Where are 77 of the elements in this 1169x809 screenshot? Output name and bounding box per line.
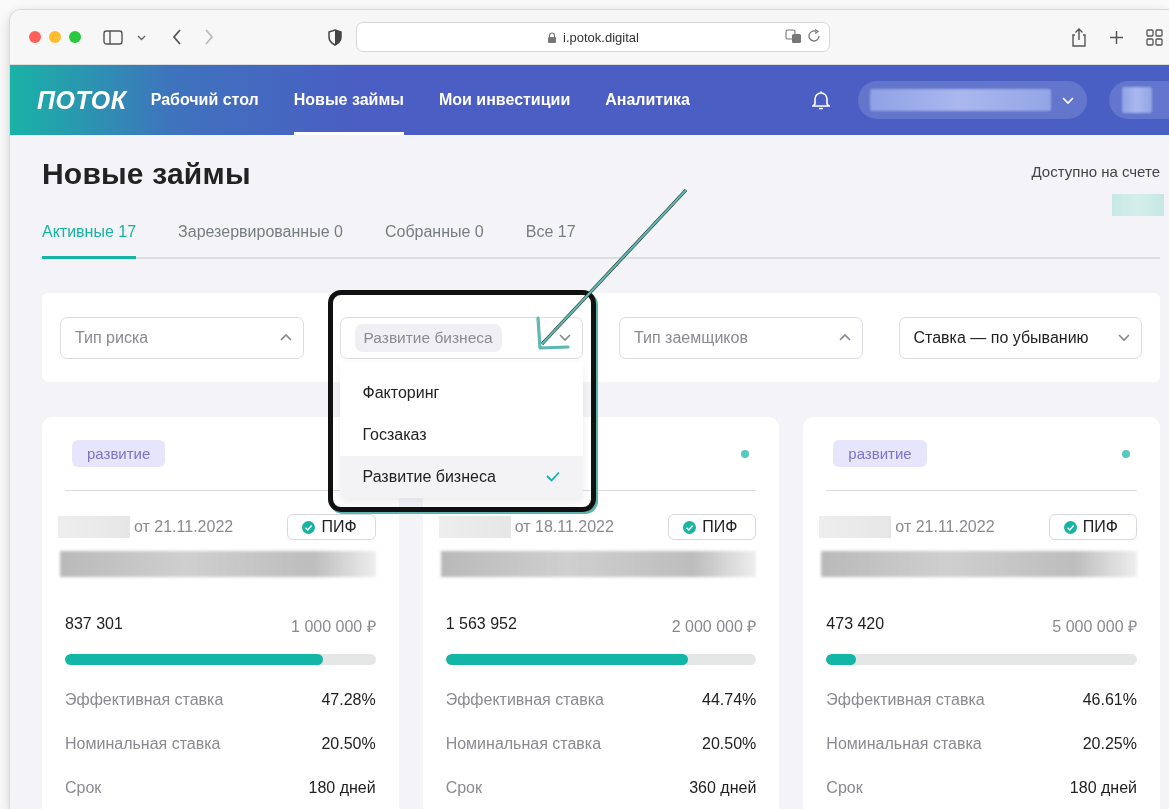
translate-icon[interactable] xyxy=(785,29,802,44)
metric-label: Номинальная ставка xyxy=(445,735,602,753)
metric-value: 20.25% xyxy=(1082,735,1137,753)
blurred-loan-id xyxy=(58,516,130,538)
plus-icon[interactable] xyxy=(1109,29,1124,45)
check-circle-icon xyxy=(302,520,316,534)
balance-label: Доступно на счете xyxy=(1031,163,1160,180)
page-url: i.potok.digital xyxy=(563,29,639,45)
nav-link[interactable]: Аналитика xyxy=(605,65,690,135)
tab[interactable]: Собранные 0 xyxy=(384,223,484,259)
metric-label: Номинальная ставка xyxy=(65,735,221,753)
select-placeholder: Тип риска xyxy=(75,328,150,347)
metric-value: 180 дней xyxy=(1069,779,1137,797)
lock-icon xyxy=(547,31,558,43)
address-bar[interactable]: i.potok.digital xyxy=(356,22,830,52)
shield-icon[interactable] xyxy=(328,28,342,46)
raised-amount: 1 563 952 xyxy=(445,615,517,634)
metric-label: Эффективная ставка xyxy=(445,691,604,709)
chevron-icon[interactable] xyxy=(137,33,146,41)
target-amount: 5 000 000 ₽ xyxy=(1052,617,1137,637)
account-menu[interactable] xyxy=(858,81,1087,119)
metric-value: 20.50% xyxy=(321,735,376,753)
filter-select[interactable]: Тип заемщиков xyxy=(619,316,863,359)
check-icon xyxy=(546,471,560,482)
check-circle-icon xyxy=(1063,520,1077,534)
metric-value: 47.28% xyxy=(321,691,376,709)
tab[interactable]: Зарезервированные 0 xyxy=(178,223,343,259)
bell-icon[interactable] xyxy=(812,90,830,110)
tab[interactable]: Все 17 xyxy=(525,223,576,259)
loan-date: от 18.11.2022 xyxy=(514,518,615,536)
check-circle-icon xyxy=(683,520,697,534)
metric-value: 44.74% xyxy=(702,691,757,709)
dropdown-option[interactable]: Развитие бизнеса xyxy=(339,455,583,498)
metric-value: 360 дней xyxy=(689,779,757,797)
metric-value: 20.50% xyxy=(702,735,757,753)
category-tag: развитие xyxy=(833,440,927,467)
metric-value: 180 дней xyxy=(308,779,376,797)
avatar-button[interactable] xyxy=(1109,81,1169,119)
nav-link[interactable]: Мои инвестиции xyxy=(438,65,571,135)
sidebar-icon[interactable] xyxy=(103,28,123,46)
reload-icon[interactable] xyxy=(808,29,821,42)
target-amount: 2 000 000 ₽ xyxy=(671,617,757,637)
raised-amount: 837 301 xyxy=(65,615,123,634)
raised-amount: 473 420 xyxy=(826,615,885,634)
fund-badge: ПИФ xyxy=(1048,514,1137,540)
loan-date: от 21.11.2022 xyxy=(895,518,996,536)
filter-dropdown[interactable]: Развитие бизнеса xyxy=(339,316,583,359)
fund-badge: ПИФ xyxy=(287,514,376,540)
metric-label: Срок xyxy=(65,779,102,797)
fund-badge: ПИФ xyxy=(668,514,757,540)
metric-label: Номинальная ставка xyxy=(826,735,982,753)
category-tag: развитие xyxy=(72,440,166,467)
nav-link[interactable]: Новые займы xyxy=(293,65,404,135)
dropdown-option[interactable]: Факторинг xyxy=(339,371,583,414)
loan-date: от 21.11.2022 xyxy=(134,518,235,536)
tabs-overview-icon[interactable] xyxy=(1146,28,1163,46)
blurred-balance xyxy=(1112,194,1164,216)
nav-link[interactable]: Рабочий стол xyxy=(150,65,259,135)
metric-label: Эффективная ставка xyxy=(65,691,224,709)
back-icon[interactable] xyxy=(172,29,182,45)
blurred-avatar xyxy=(1122,87,1152,113)
select-placeholder: Тип заемщиков xyxy=(634,328,749,347)
dropdown-option[interactable]: Госзаказ xyxy=(339,413,583,456)
metric-value: 46.61% xyxy=(1082,691,1137,709)
close-button[interactable] xyxy=(29,31,41,43)
selected-chip[interactable]: Развитие бизнеса xyxy=(354,323,502,352)
share-icon[interactable] xyxy=(1071,27,1087,47)
page-title: Новые займы xyxy=(42,157,251,191)
chevron-icon xyxy=(1061,94,1075,106)
logo[interactable]: ПОТОК xyxy=(37,85,127,115)
metric-label: Срок xyxy=(445,779,482,797)
metric-label: Эффективная ставка xyxy=(826,691,985,709)
target-amount: 1 000 000 ₽ xyxy=(291,617,376,637)
filter-select[interactable]: Тип риска xyxy=(60,316,304,359)
filter-select[interactable]: Ставка — по убыванию xyxy=(898,316,1142,359)
select-value: Ставка — по убыванию xyxy=(913,328,1090,347)
metric-label: Срок xyxy=(826,779,863,797)
